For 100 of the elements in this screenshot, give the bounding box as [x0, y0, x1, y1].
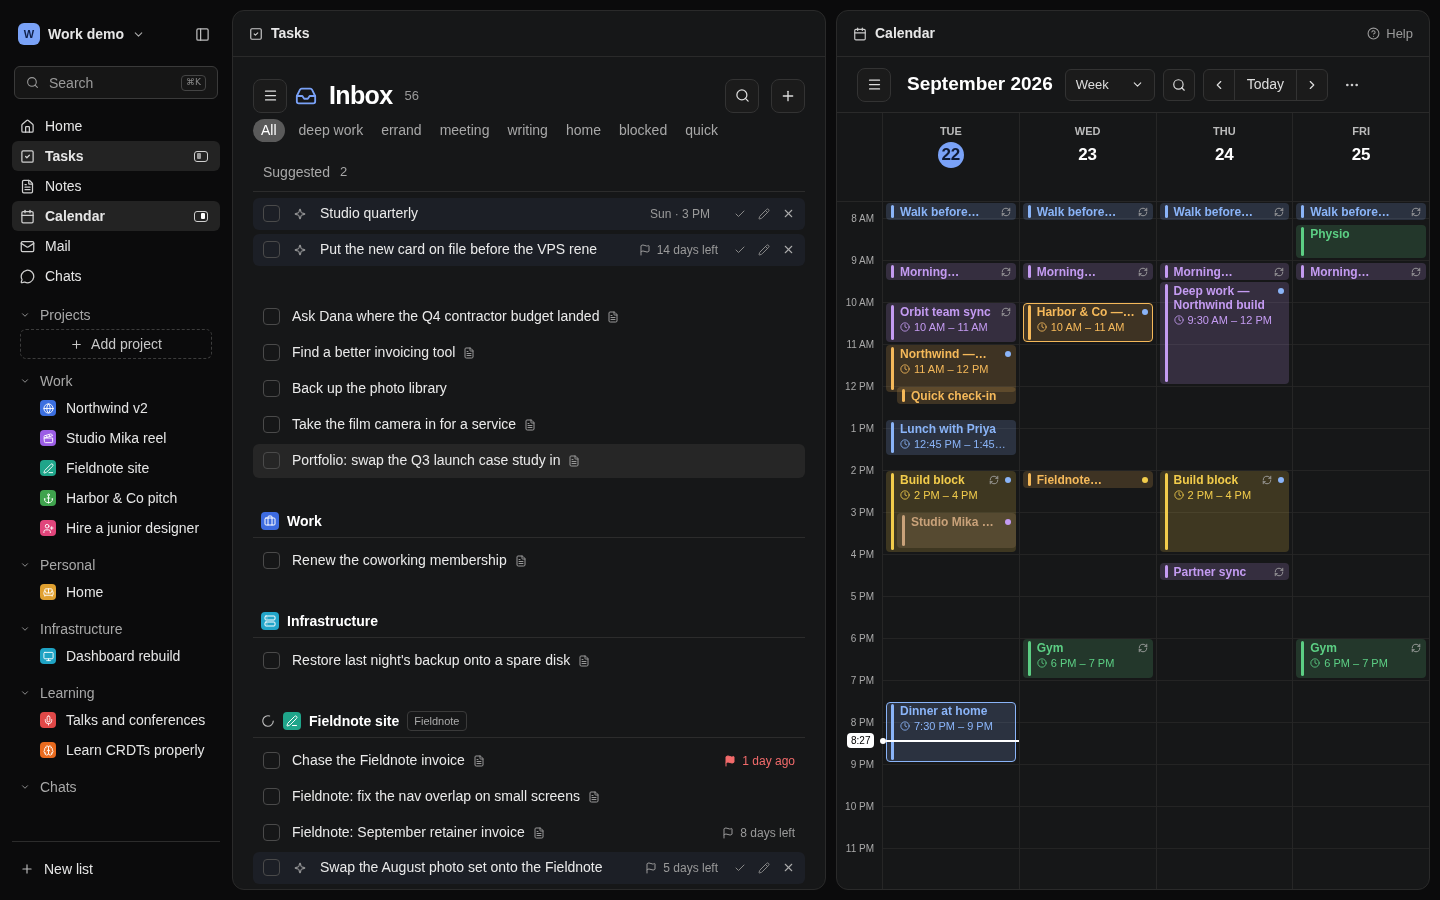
panel-icon[interactable] — [194, 150, 208, 162]
task-row[interactable]: Find a better invoicing tool — [253, 335, 805, 370]
suggested-task[interactable]: Swap the August photo set onto the Fieldnote 5 days left — [253, 851, 805, 884]
calendar-event[interactable]: Walk before… — [1159, 203, 1290, 220]
calendar-event[interactable]: Morning… — [1159, 262, 1290, 280]
calendar-event[interactable]: Morning… — [886, 262, 1016, 280]
chevron-down-icon[interactable] — [20, 688, 30, 698]
filter-chip[interactable]: errand — [381, 119, 422, 141]
project-item[interactable]: Harbor & Co pitch — [12, 483, 220, 513]
checkbox[interactable] — [263, 308, 280, 325]
task-row[interactable]: Portfolio: swap the Q3 launch case study in — [253, 443, 805, 478]
search-button[interactable] — [725, 78, 759, 113]
task-row[interactable]: Fieldnote: fix the nav overlap on small screens — [253, 779, 805, 814]
checkbox[interactable] — [263, 752, 280, 769]
project-item[interactable]: Northwind v2 — [12, 393, 220, 423]
checkbox[interactable] — [263, 859, 280, 876]
section-title[interactable]: Projects — [40, 304, 91, 326]
project-item[interactable]: Dashboard rebuild — [12, 641, 220, 671]
calendar-event[interactable]: Orbit team sync 10 AM – 11 AM — [886, 302, 1016, 342]
add-project-button[interactable]: Add project — [20, 329, 212, 359]
section-title[interactable]: Work — [40, 370, 73, 392]
new-list-button[interactable]: New list — [12, 854, 101, 884]
task-row[interactable]: Take the film camera in for a service — [253, 407, 805, 442]
chevron-down-icon[interactable] — [20, 376, 30, 386]
calendar-event[interactable]: Gym 6 PM – 7 PM — [1022, 638, 1153, 678]
task-row[interactable]: Renew the coworking membership — [253, 543, 805, 578]
calendar-event[interactable]: Lunch with Priya 12:45 PM – 1:45… — [886, 419, 1016, 456]
edit-icon[interactable] — [758, 861, 770, 874]
calendar-event[interactable]: Morning… — [1296, 262, 1426, 280]
nav-item[interactable]: Tasks — [12, 141, 220, 171]
calendar-event[interactable]: Fieldnote… — [1022, 470, 1153, 488]
checkbox[interactable] — [263, 344, 280, 361]
task-row[interactable]: Fieldnote: September retainer invoice 8 days left — [253, 815, 805, 850]
nav-item[interactable]: Mail — [12, 231, 220, 261]
menu-button[interactable] — [253, 78, 287, 113]
calendar-event[interactable]: Physio — [1296, 225, 1426, 258]
menu-button[interactable] — [857, 67, 891, 102]
project-item[interactable]: Studio Mika reel — [12, 423, 220, 453]
suggested-task[interactable]: Studio quarterly Sun · 3 PM — [253, 197, 805, 230]
day-number[interactable]: 23 — [1078, 141, 1098, 168]
calendar-event[interactable]: Quick check-in — [897, 386, 1016, 404]
nav-item[interactable]: Home — [12, 111, 220, 141]
calendar-event[interactable]: Partner sync — [1159, 563, 1290, 581]
project-item[interactable]: Talks and conferences — [12, 705, 220, 735]
checkbox[interactable] — [263, 788, 280, 805]
help-button[interactable]: Help — [1367, 23, 1413, 44]
task-row[interactable]: Chase the Fieldnote invoice 1 day ago — [253, 743, 805, 778]
search-button[interactable] — [1162, 68, 1195, 101]
task-row[interactable]: Restore last night's backup onto a spare disk — [253, 643, 805, 678]
checkbox[interactable] — [263, 452, 280, 469]
nav-item[interactable]: Chats — [12, 261, 220, 291]
section-title[interactable]: Learning — [40, 682, 95, 704]
section-title[interactable]: Personal — [40, 554, 96, 576]
project-item[interactable]: Fieldnote site — [12, 453, 220, 483]
edit-icon[interactable] — [758, 243, 770, 256]
edit-icon[interactable] — [758, 207, 770, 220]
chevron-down-icon[interactable] — [20, 560, 30, 570]
filter-chip[interactable]: blocked — [618, 119, 668, 141]
sidebar-toggle-icon[interactable] — [195, 26, 210, 42]
calendar-event[interactable]: Deep work — Northwind build 9:30 AM – 12 PM — [1159, 281, 1290, 384]
nav-item[interactable]: Calendar — [12, 201, 220, 231]
task-row[interactable]: Ask Dana where the Q4 contractor budget landed — [253, 299, 805, 334]
project-item[interactable]: Home — [12, 577, 220, 607]
suggested-task[interactable]: Put the new card on file before the VPS rene 14 days left — [253, 233, 805, 266]
project-item[interactable]: Hire a junior designer — [12, 513, 220, 543]
nav-item[interactable]: Notes — [12, 171, 220, 201]
add-button[interactable] — [771, 78, 805, 113]
panel-icon[interactable] — [194, 210, 208, 222]
calendar-event[interactable]: Studio Mika … — [897, 512, 1016, 548]
view-select[interactable]: Week — [1064, 68, 1155, 101]
checkbox[interactable] — [263, 416, 280, 433]
filter-chip[interactable]: deep work — [298, 119, 364, 141]
calendar-event[interactable]: Morning… — [1022, 262, 1153, 280]
section-title[interactable]: Chats — [40, 776, 77, 798]
checkbox[interactable] — [263, 824, 280, 841]
day-number[interactable]: 25 — [1351, 141, 1371, 168]
filter-chip[interactable]: home — [565, 119, 601, 141]
chevron-down-icon[interactable] — [20, 624, 30, 634]
close-icon[interactable] — [782, 243, 795, 256]
calendar-event[interactable]: Build block 2 PM – 4 PM — [1159, 470, 1290, 552]
chevron-down-icon[interactable] — [20, 782, 30, 792]
day-number[interactable]: 22 — [937, 141, 964, 168]
project-item[interactable]: Learn CRDTs properly — [12, 735, 220, 765]
close-icon[interactable] — [782, 207, 795, 220]
checkbox[interactable] — [263, 652, 280, 669]
calendar-event[interactable]: Gym 6 PM – 7 PM — [1296, 638, 1426, 678]
filter-chip[interactable]: meeting — [439, 119, 490, 141]
filter-chip[interactable]: All — [253, 118, 285, 142]
section-title[interactable]: Infrastructure — [40, 618, 123, 640]
checkbox[interactable] — [263, 205, 280, 222]
calendar-event[interactable]: Walk before… — [1296, 203, 1426, 220]
day-number[interactable]: 24 — [1214, 141, 1234, 168]
checkbox[interactable] — [263, 241, 280, 258]
calendar-event[interactable]: Walk before… — [1022, 203, 1153, 220]
chevron-down-icon[interactable] — [20, 310, 30, 320]
workspace-name[interactable]: Work demo — [48, 23, 124, 45]
today-button[interactable]: Today — [1233, 69, 1298, 100]
calendar-event[interactable]: Harbor & Co —… 10 AM – 11 AM — [1022, 302, 1153, 342]
task-row[interactable]: Back up the photo library — [253, 371, 805, 406]
checkbox[interactable] — [263, 552, 280, 569]
